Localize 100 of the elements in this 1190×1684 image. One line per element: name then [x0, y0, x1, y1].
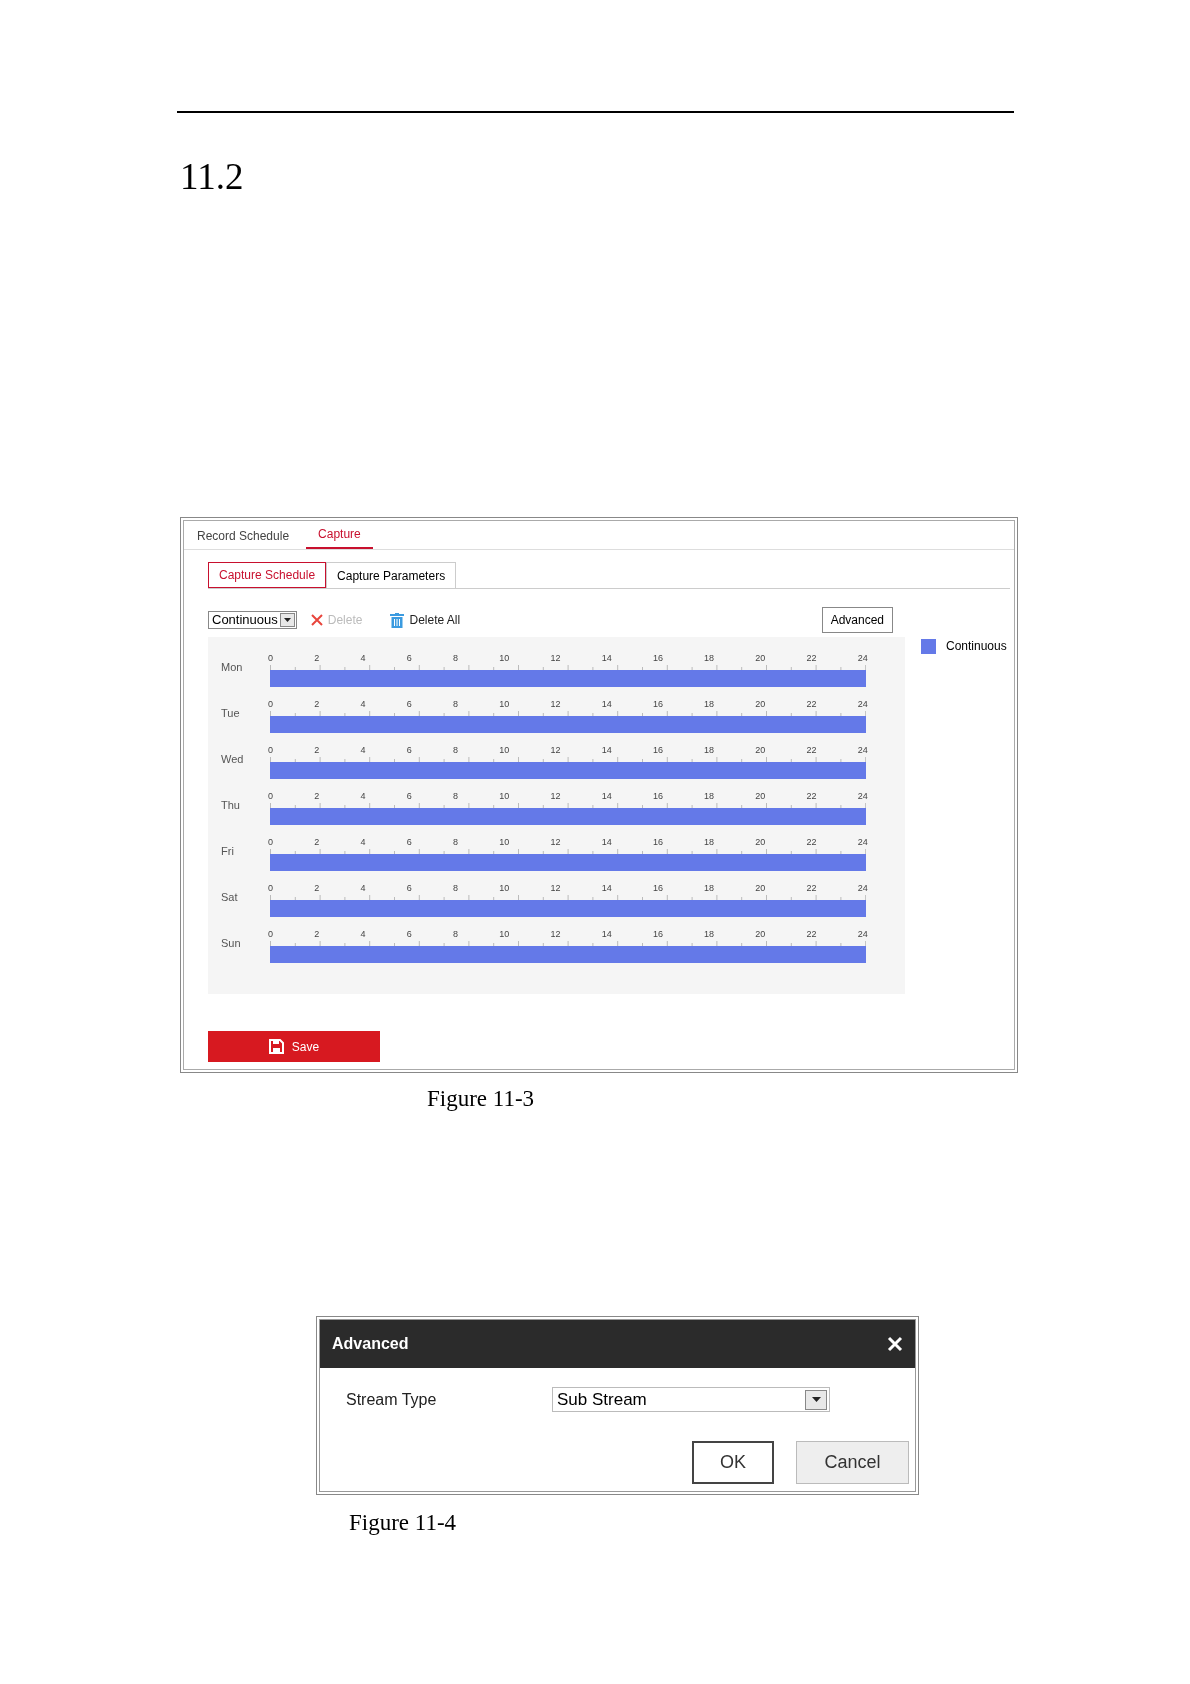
hour-tick-label: 20 [755, 838, 766, 847]
hour-tick-label: 8 [452, 746, 458, 755]
hour-tick-label: 12 [550, 792, 561, 801]
hour-tick-label: 2 [314, 838, 320, 847]
hour-tick-label: 24 [857, 884, 868, 893]
hour-tick-label: 0 [268, 838, 273, 847]
hour-ruler-icon [270, 711, 866, 716]
field-label: Stream Type [346, 1389, 438, 1410]
figure-caption: Figure 11-3 [427, 1087, 536, 1110]
hour-tick-label: 14 [601, 746, 612, 755]
sub-tab[interactable]: Capture Parameters [326, 562, 457, 588]
hour-tick-label: 22 [806, 746, 817, 755]
hour-tick-label: 22 [806, 654, 817, 663]
hour-tick-label: 4 [360, 746, 366, 755]
hour-tick-label: 12 [550, 884, 561, 893]
hour-tick-label: 8 [452, 792, 458, 801]
hour-tick-label: 0 [268, 792, 273, 801]
hour-tick-label: 22 [806, 838, 817, 847]
hour-ruler-icon [270, 757, 866, 762]
hour-tick-label: 6 [406, 838, 412, 847]
hour-tick-label: 0 [268, 654, 273, 663]
hour-tick-label: 20 [755, 654, 766, 663]
hour-tick-label: 8 [452, 884, 458, 893]
delete-all-button[interactable]: Delete All [390, 611, 461, 629]
hour-tick-label: 16 [652, 930, 663, 939]
hour-tick-label: 4 [360, 792, 366, 801]
save-button[interactable]: Save [208, 1031, 380, 1062]
ok-button[interactable]: OK [692, 1441, 774, 1484]
hour-tick-label: 24 [857, 700, 868, 709]
sub-tab[interactable]: Capture Schedule [208, 562, 327, 588]
hour-ruler-icon [270, 941, 866, 946]
cancel-button[interactable]: Cancel [796, 1441, 909, 1484]
hour-tick-label: 2 [314, 884, 320, 893]
hour-ruler-icon [270, 895, 866, 900]
hour-tick-label: 4 [360, 884, 366, 893]
hour-tick-label: 14 [601, 884, 612, 893]
hour-tick-label: 14 [601, 700, 612, 709]
day-label: Fri [220, 843, 235, 859]
hour-tick-label: 12 [550, 930, 561, 939]
dropdown-caret-icon[interactable] [279, 613, 295, 627]
hour-tick-label: 16 [652, 838, 663, 847]
hour-tick-label: 16 [652, 792, 663, 801]
hour-tick-label: 22 [806, 792, 817, 801]
hour-tick-label: 0 [268, 700, 273, 709]
day-label: Thu [220, 797, 241, 813]
type-select[interactable]: Continuous [208, 611, 297, 629]
day-label: Sat [220, 889, 239, 905]
hour-tick-label: 22 [806, 930, 817, 939]
hour-tick-label: 20 [755, 792, 766, 801]
hour-ruler-icon [270, 803, 866, 808]
hour-tick-label: 10 [499, 838, 510, 847]
hour-tick-label: 20 [755, 930, 766, 939]
hour-tick-label: 6 [406, 654, 412, 663]
hour-tick-label: 8 [452, 654, 458, 663]
hour-tick-label: 18 [704, 746, 715, 755]
hour-tick-label: 24 [857, 930, 868, 939]
close-icon[interactable] [887, 1336, 903, 1352]
hour-tick-label: 10 [499, 700, 510, 709]
hour-tick-label: 12 [550, 700, 561, 709]
stream-type-select[interactable]: Sub Stream [552, 1387, 830, 1412]
trash-icon [390, 612, 405, 628]
hour-tick-label: 16 [652, 746, 663, 755]
tab[interactable]: Capture [306, 525, 373, 549]
day-label: Tue [220, 705, 241, 721]
hour-tick-label: 4 [360, 700, 366, 709]
hour-tick-label: 4 [360, 930, 366, 939]
hour-tick-label: 20 [755, 746, 766, 755]
hour-tick-label: 2 [314, 930, 320, 939]
hour-tick-label: 2 [314, 654, 320, 663]
hour-tick-label: 8 [452, 930, 458, 939]
hour-tick-label: 10 [499, 746, 510, 755]
close-icon [310, 614, 323, 626]
hour-tick-label: 16 [652, 884, 663, 893]
hour-tick-label: 18 [704, 930, 715, 939]
hour-tick-label: 18 [704, 654, 715, 663]
hour-tick-label: 6 [406, 930, 412, 939]
dropdown-caret-icon[interactable] [805, 1389, 827, 1410]
legend-label: Continuous [946, 638, 1007, 655]
hour-tick-label: 0 [268, 746, 273, 755]
advanced-button[interactable]: Advanced [821, 607, 893, 633]
hour-tick-label: 10 [499, 930, 510, 939]
hour-tick-label: 18 [704, 838, 715, 847]
hour-tick-label: 10 [499, 654, 510, 663]
day-label: Wed [220, 751, 245, 767]
hour-tick-label: 14 [601, 838, 612, 847]
hour-tick-label: 24 [857, 654, 868, 663]
hour-tick-label: 20 [755, 700, 766, 709]
hour-tick-label: 0 [268, 930, 273, 939]
hour-ruler-icon [270, 665, 866, 670]
hour-tick-label: 2 [314, 746, 320, 755]
hour-tick-label: 6 [406, 884, 412, 893]
hour-tick-label: 14 [601, 792, 612, 801]
hour-tick-label: 24 [857, 746, 868, 755]
hour-tick-label: 6 [406, 746, 412, 755]
tab[interactable]: Record Schedule [194, 527, 293, 549]
hour-tick-label: 10 [499, 792, 510, 801]
hour-tick-label: 4 [360, 654, 366, 663]
hour-tick-label: 18 [704, 884, 715, 893]
hour-tick-label: 18 [704, 700, 715, 709]
section-number: 11.2 [180, 158, 245, 195]
